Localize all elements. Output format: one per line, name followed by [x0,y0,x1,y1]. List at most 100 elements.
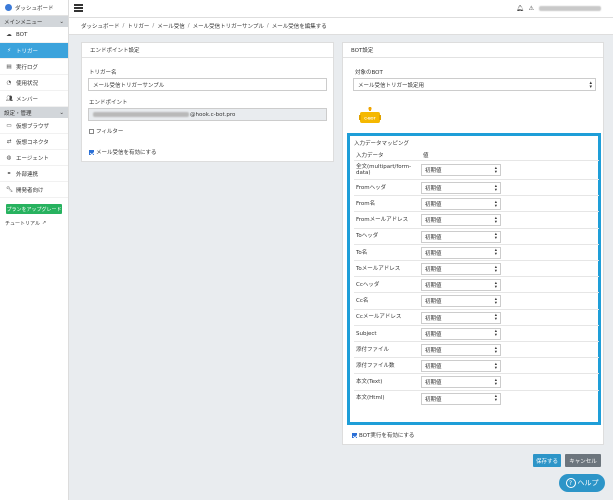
warning-icon[interactable]: ⚠ [529,5,534,12]
mapping-row: From名 初期値 ▴ ▾ [354,195,599,212]
breadcrumb-item[interactable]: トリガー [127,22,149,30]
file-icon: ▤ [6,63,12,70]
mapping-value-select[interactable]: 初期値 ▴ ▾ [421,392,501,405]
save-button[interactable]: 保存する [533,454,561,467]
sidebar-item-main-1[interactable]: ⚡︎ トリガー [0,43,68,59]
user-menu[interactable] [539,6,601,11]
sidebar-item-settings-2[interactable]: ◍ エージェント [0,150,68,166]
sidebar-item-settings-3[interactable]: ⚭ 外部連携 [0,166,68,182]
mapping-key: Toヘッダ [356,233,379,240]
logo-icon [5,4,12,11]
card-title: BOT設定 [343,43,603,58]
mapping-value-select[interactable]: 初期値 ▴ ▾ [421,164,501,176]
mapping-value-select[interactable]: 初期値 ▴ ▾ [421,327,501,340]
sidebar-item-settings-1[interactable]: ⇄ 仮想コネクタ [0,134,68,150]
mapping-value-select[interactable]: 初期値 ▴ ▾ [421,263,501,275]
sidebar-item-label: 開発者向け [16,187,44,194]
bell-icon[interactable]: 🔔︎ [516,5,524,12]
sidebar-item-label: 仮想コネクタ [16,139,49,146]
mapping-value: 初期値 [425,331,442,338]
mapping-value: 初期値 [425,267,442,273]
section-main-menu[interactable]: メインメニュー ⌄ [0,16,68,27]
mapping-value-select[interactable]: 初期値 ▴ ▾ [421,230,501,243]
mapping-value-select[interactable]: 初期値 ▴ ▾ [421,279,501,292]
target-bot-select[interactable]: メール受信トリガー設定用 ▴ ▾ [353,78,596,91]
help-button[interactable]: ? ヘルプ [559,474,605,492]
mapping-value-select[interactable]: 初期値 ▴ ▾ [421,376,501,389]
browser-icon: ▭ [6,122,12,129]
top-bar: 🔔︎ ⚠ [69,0,613,18]
select-arrow-icon: ▴ ▾ [494,165,497,175]
upgrade-button[interactable]: プランをアップグレード [6,204,62,214]
mapping-value-select[interactable]: 初期値 ▴ ▾ [421,295,501,308]
sidebar-item-main-0[interactable]: ☁ BOT [0,27,68,43]
sidebar-item-label: メンバー [16,96,39,103]
wrench-icon: 🔧︎ [6,186,13,193]
breadcrumb-item[interactable]: ダッシュボード [81,22,120,30]
mapping-row: Fromヘッダ 初期値 ▴ ▾ [354,179,599,196]
sidebar-item-settings-0[interactable]: ▭ 仮想ブラウザ [0,118,68,134]
help-label: ヘルプ [577,479,599,487]
connector-icon: ⇄ [6,138,12,145]
pie-chart-icon: ◔ [6,79,12,86]
select-arrow-icon: ▴ ▾ [494,232,497,242]
mapping-value: 初期値 [425,250,442,257]
mapping-value-select[interactable]: 初期値 ▴ ▾ [421,214,501,227]
mapping-row: To名 初期値 ▴ ▾ [354,243,599,261]
link-icon: ⚭ [6,170,12,177]
checkbox[interactable] [89,149,94,155]
question-icon: ? [565,478,576,488]
sidebar-item-label: 外部連携 [16,171,39,178]
mapping-row: 添付ファイル 初期値 ▴ ▾ [354,341,599,358]
users-icon: 👥︎ [6,95,13,102]
select-arrow-icon: ▴ ▾ [494,361,497,371]
sidebar-item-settings-4[interactable]: 🔧︎ 開発者向け [0,182,68,198]
checkbox[interactable] [352,432,357,438]
select-arrow-icon: ▴ ▾ [494,264,497,274]
sidebar-item-main-3[interactable]: ◔ 使用状況 [0,75,68,91]
mapping-value: 初期値 [425,234,442,241]
checkbox[interactable] [89,128,94,134]
select-arrow-icon: ▴ ▾ [494,377,497,387]
enable-mail-label: メール受信を有効にする [96,150,157,156]
sidebar-item-label: 実行ログ [16,64,39,71]
mapping-value-select[interactable]: 初期値 ▴ ▾ [421,311,501,324]
endpoint-blurred-id [93,112,189,117]
menu-icon[interactable] [74,4,83,12]
mapping-row: 本文(Text) 初期値 ▴ ▾ [354,373,599,390]
sidebar-item-main-4[interactable]: 👥︎ メンバー [0,91,68,107]
cancel-button[interactable]: キャンセル [565,454,601,467]
mapping-value-select[interactable]: 初期値 ▴ ▾ [421,182,501,194]
select-arrow-icon: ▴ ▾ [494,280,497,290]
filter-checkbox[interactable]: フィルター [89,127,123,135]
select-arrow-icon: ▴ ▾ [494,215,497,225]
breadcrumb-item[interactable]: メール受信トリガーサンプル [193,22,264,30]
app-title: ダッシュボード [15,5,54,12]
agent-icon: ◍ [6,154,12,161]
trigger-name-input[interactable]: メール受信トリガーサンプル [88,78,327,91]
sidebar-item-label: 仮想ブラウザ [16,123,50,130]
mapping-value-select[interactable]: 初期値 ▴ ▾ [421,246,501,259]
mapping-value: 初期値 [425,380,442,387]
breadcrumb: ダッシュボード / トリガー / メール受信 / メール受信トリガーサンプル / メール… [69,18,613,35]
mapping-value: 初期値 [425,364,442,371]
breadcrumb-item[interactable]: メール受信 [157,22,185,30]
mapping-row: Toヘッダ 初期値 ▴ ▾ [354,227,599,245]
mapping-value-select[interactable]: 初期値 ▴ ▾ [421,344,501,356]
filter-label: フィルター [96,129,124,135]
select-arrow-icon: ▴ ▾ [494,199,497,209]
enable-bot-checkbox[interactable]: BOT実行を有効にする [352,431,414,439]
mapping-value: 初期値 [425,202,442,209]
endpoint-field[interactable]: @hook.c-bot.pro [88,108,327,121]
tutorial-link[interactable]: チュートリアル ↗ [0,218,68,228]
mapping-key: 添付ファイル [356,346,390,353]
enable-mail-checkbox[interactable]: メール受信を有効にする [89,148,157,156]
mapping-value-select[interactable]: 初期値 ▴ ▾ [421,198,501,211]
select-arrow-icon: ▴ ▾ [494,183,497,193]
sidebar-item-label: エージェント [16,155,49,162]
sidebar-header[interactable]: ダッシュボード [0,0,68,16]
sidebar-item-main-2[interactable]: ▤ 実行ログ [0,59,68,75]
section-settings[interactable]: 設定・管理 ⌄ [0,107,68,118]
mapping-key: Fromメールアドレス [356,217,409,224]
mapping-value-select[interactable]: 初期値 ▴ ▾ [421,360,501,373]
